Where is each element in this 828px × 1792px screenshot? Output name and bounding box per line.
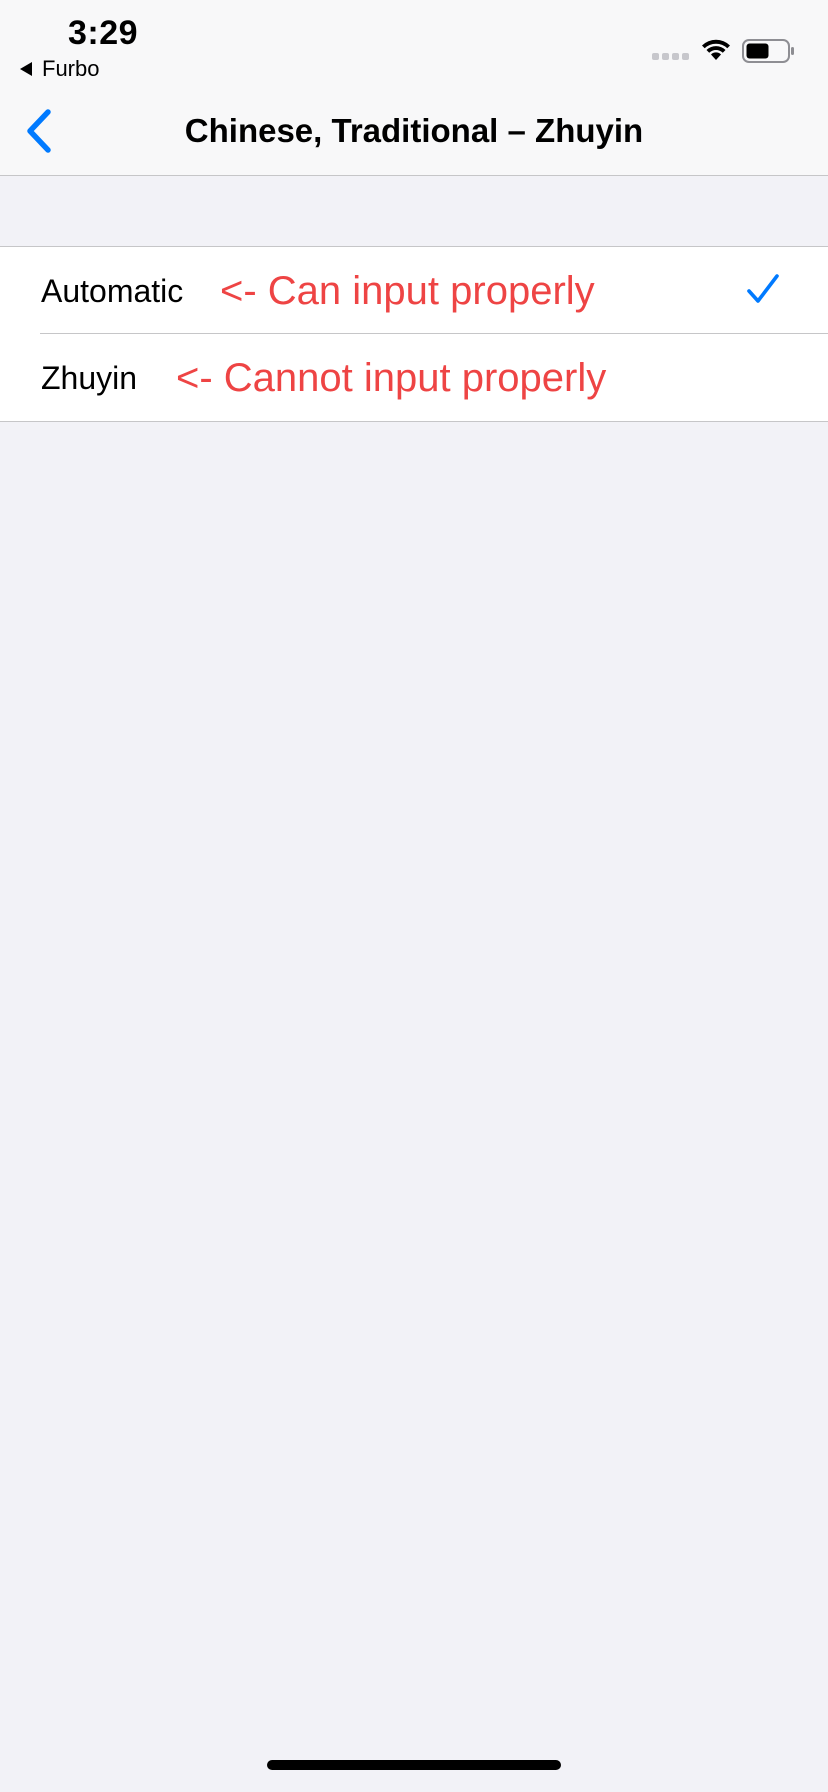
top-bar: 3:29 Furbo Chinese, Traditional – Zhuyin [0,0,828,176]
option-label: Automatic [41,273,184,309]
option-automatic[interactable]: Automatic <- Can input properly [0,247,828,334]
battery-icon [742,39,794,63]
option-zhuyin[interactable]: Zhuyin <- Cannot input properly [0,334,828,421]
option-label: Zhuyin [41,360,138,396]
checkmark-icon [747,274,779,303]
back-to-app-link[interactable]: Furbo [20,56,99,82]
status-time: 3:29 [68,14,139,52]
back-app-label: Furbo [42,56,100,81]
wifi-icon [702,39,730,60]
annotation-text: <- Cannot input properly [176,356,607,400]
input-mode-list: Automatic <- Can input properly Zhuyin <… [0,246,828,422]
page-title: Chinese, Traditional – Zhuyin [184,112,644,149]
back-triangle-icon [20,62,32,76]
screen: 3:29 Furbo Chinese, Traditional – Zhuyin… [0,0,828,1792]
signal-icon [652,53,689,60]
annotation-text: <- Can input properly [220,269,595,313]
home-indicator[interactable] [267,1760,561,1770]
